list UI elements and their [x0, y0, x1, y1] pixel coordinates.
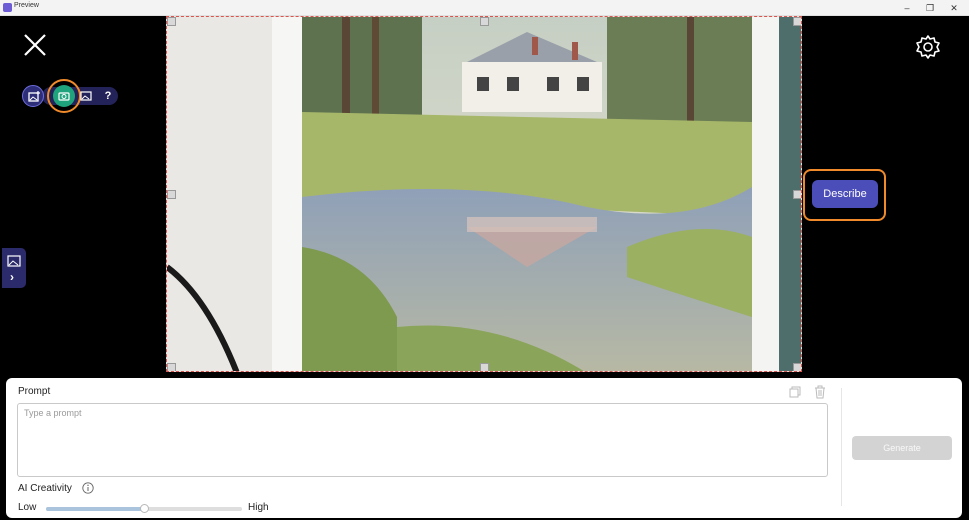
- ai-creativity-label: AI Creativity: [18, 483, 72, 494]
- crop-handle[interactable]: [793, 17, 801, 26]
- preview-stage: ? › Describe: [0, 16, 969, 374]
- generate-button[interactable]: Generate: [852, 436, 952, 460]
- prompt-input[interactable]: [17, 403, 828, 477]
- window-close-button[interactable]: ✕: [943, 0, 965, 16]
- camera-preview[interactable]: [166, 16, 802, 372]
- image-button[interactable]: [77, 87, 95, 105]
- capture-toolbar: ?: [22, 79, 118, 113]
- crop-handle[interactable]: [480, 17, 489, 26]
- image-add-button[interactable]: [22, 85, 44, 107]
- title-bar: Preview – ❐ ✕: [0, 0, 969, 16]
- minimize-button[interactable]: –: [896, 0, 918, 16]
- crop-handle[interactable]: [793, 190, 801, 199]
- help-button[interactable]: ?: [99, 87, 117, 105]
- painting-image: [167, 17, 801, 371]
- close-icon[interactable]: [22, 32, 48, 58]
- prompt-panel: Prompt Generate AI Creativity Low High: [6, 378, 962, 518]
- window-title: Preview: [14, 2, 39, 9]
- describe-button[interactable]: Describe: [812, 180, 878, 208]
- creativity-slider[interactable]: [46, 504, 242, 513]
- crop-handle[interactable]: [167, 363, 176, 371]
- crop-handle[interactable]: [793, 363, 801, 371]
- slider-fill: [46, 507, 144, 511]
- gallery-icon: [7, 255, 21, 267]
- maximize-button[interactable]: ❐: [919, 0, 941, 16]
- help-icon: ?: [104, 90, 112, 102]
- prompt-label: Prompt: [18, 386, 51, 397]
- creativity-high-label: High: [248, 502, 269, 513]
- image-icon: [80, 91, 92, 101]
- info-icon[interactable]: [82, 482, 94, 494]
- gear-icon[interactable]: [914, 33, 942, 61]
- trash-icon[interactable]: [814, 385, 826, 399]
- image-add-icon: [28, 91, 40, 102]
- creativity-low-label: Low: [18, 502, 37, 513]
- gallery-drawer-toggle[interactable]: ›: [2, 248, 26, 288]
- slider-thumb[interactable]: [139, 504, 149, 513]
- app-icon: [3, 3, 12, 12]
- crop-handle[interactable]: [480, 363, 489, 371]
- chevron-right-icon: ›: [10, 270, 14, 284]
- crop-handle[interactable]: [167, 17, 176, 26]
- panel-divider: [841, 388, 842, 506]
- crop-handle[interactable]: [167, 190, 176, 199]
- copy-icon[interactable]: [789, 386, 801, 398]
